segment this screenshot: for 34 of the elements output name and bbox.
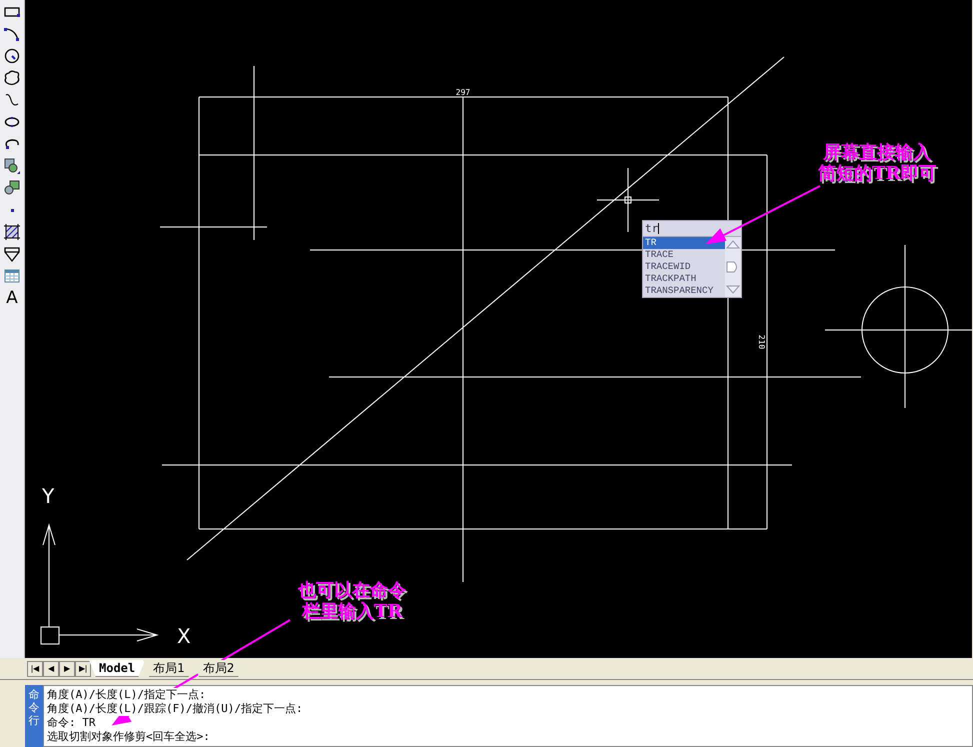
command-line-text: 选取切割对象作修剪<回车全选>: (47, 730, 210, 744)
autocomplete-item[interactable]: TRACKPATH (643, 273, 725, 285)
axis-label: Y (42, 484, 54, 508)
tab-nav-button[interactable]: ▶ (59, 660, 75, 676)
tab-nav-button[interactable]: ▶| (75, 660, 91, 676)
command-line-text: 角度(A)/长度(L)/跟踪(F)/撤消(U)/指定下一点: (47, 702, 303, 716)
hatch-icon[interactable] (3, 223, 21, 241)
command-line-title: 命令行 (25, 685, 43, 747)
ucs-axis-icon (40, 523, 159, 644)
arc-icon[interactable] (3, 25, 21, 43)
command-line-text: 角度(A)/长度(L)/指定下一点: (47, 688, 206, 702)
autocomplete-item[interactable]: TRACEWID (643, 261, 725, 273)
scrollbar[interactable] (725, 237, 741, 297)
annotation-text: 也可以在命令 栏里输入TR (298, 580, 406, 622)
make-block-icon[interactable] (3, 179, 21, 197)
dimension-label: 297 (456, 88, 470, 97)
funnel-icon[interactable] (3, 245, 21, 263)
dimension-label: 210 (757, 334, 766, 350)
annotation-text: 屏幕直接输入 简短的TR即可 (818, 142, 936, 184)
autocomplete-item[interactable]: TRACE (643, 249, 725, 261)
cursor-crosshair-icon (596, 168, 660, 232)
tab-nav-button[interactable]: ◀ (43, 660, 59, 676)
layout-tab[interactable]: Model (89, 660, 146, 677)
autocomplete-item[interactable]: TRANSPARENCY (643, 285, 725, 297)
table-icon[interactable] (3, 267, 21, 285)
cloud-icon[interactable] (3, 69, 21, 87)
text-tool[interactable]: A (3, 289, 21, 307)
tab-nav-button[interactable]: |◀ (27, 660, 43, 676)
autocomplete-item[interactable]: TR (643, 237, 725, 249)
scroll-thumb-icon[interactable] (726, 261, 740, 273)
command-line-text: 命令: TR (47, 716, 96, 730)
axis-label: X (177, 624, 191, 648)
insert-block-icon[interactable] (3, 157, 21, 175)
circle-icon[interactable] (3, 47, 21, 65)
